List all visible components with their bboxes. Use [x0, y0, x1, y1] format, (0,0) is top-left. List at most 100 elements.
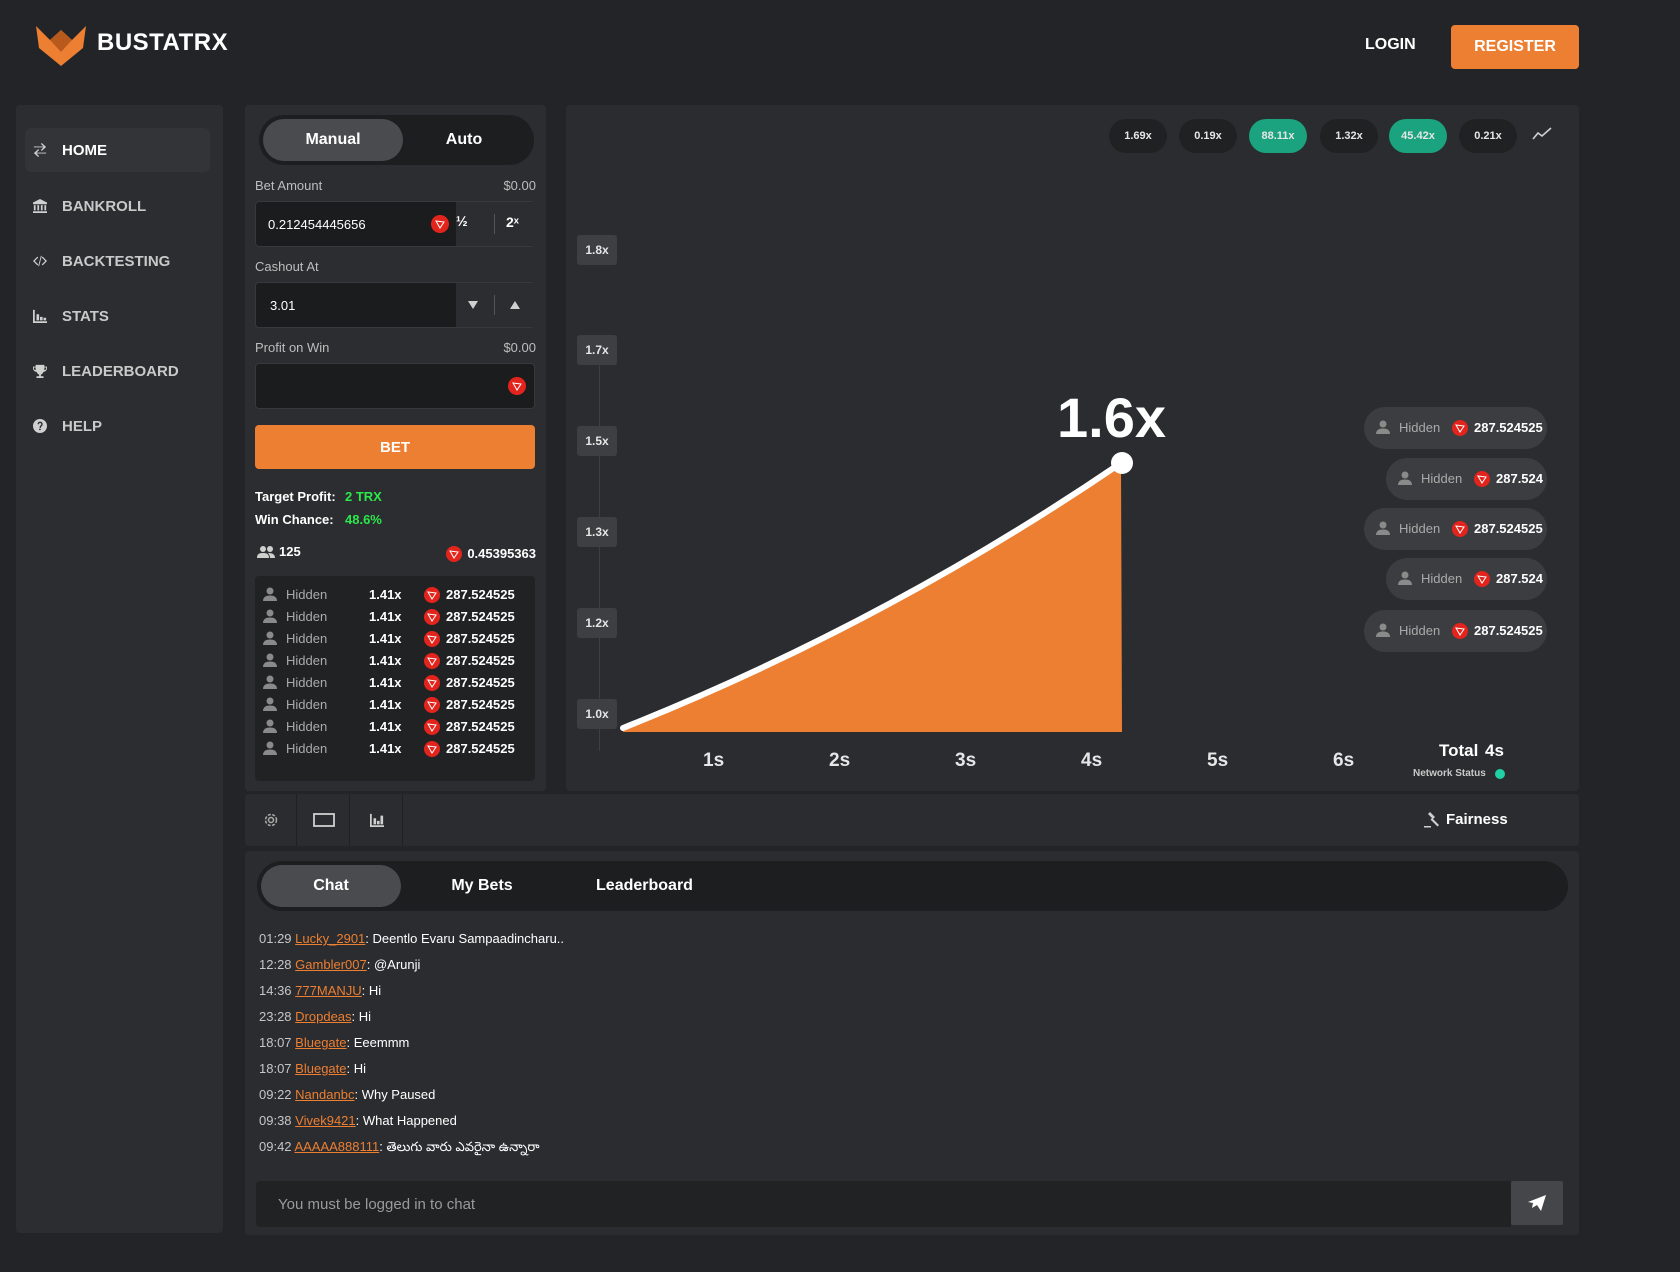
- chat-input[interactable]: You must be logged in to chat: [256, 1181, 1511, 1227]
- chat-username[interactable]: 777MANJU: [295, 983, 361, 998]
- bet-panel: Manual Auto Bet Amount $0.00 0.212454445…: [245, 105, 546, 791]
- bet-mode-tabs: Manual Auto: [259, 115, 534, 165]
- chat-username[interactable]: Dropdeas: [295, 1009, 351, 1024]
- tab-leaderboard[interactable]: Leaderboard: [557, 865, 732, 907]
- bet-amount-label: Bet Amount: [255, 178, 323, 193]
- cashout-input[interactable]: 3.01: [270, 298, 295, 313]
- chat-message: 01:29 Lucky_2901: Deentlo Evaru Sampaadi…: [259, 931, 565, 946]
- user-icon: [1376, 521, 1390, 535]
- cashout-player-name: Hidden: [1421, 571, 1463, 586]
- sidebar-item-stats[interactable]: STATS: [25, 294, 210, 338]
- trx-icon: [424, 697, 440, 713]
- chat-text: Hi: [353, 1061, 367, 1076]
- brand-name: BUSTATRX: [97, 29, 229, 56]
- chat-username[interactable]: Bluegate: [295, 1061, 346, 1076]
- user-icon: [1376, 420, 1390, 434]
- bet-button[interactable]: BET: [255, 425, 535, 469]
- chat-text: Hi: [358, 1009, 372, 1024]
- player-bet-row: Hidden 1.41x 287.524525: [255, 628, 535, 651]
- half-button[interactable]: ½: [456, 213, 468, 229]
- chat-username[interactable]: Gambler007: [295, 957, 367, 972]
- chat-time: 09:38: [259, 1113, 292, 1128]
- sidebar-item-backtesting[interactable]: BACKTESTING: [25, 239, 210, 283]
- layout-button[interactable]: [298, 794, 350, 846]
- chat-username[interactable]: Nandanbc: [295, 1087, 354, 1102]
- sidebar-item-leaderboard[interactable]: LEADERBOARD: [25, 349, 210, 393]
- win-chance-label: Win Chance:: [255, 512, 334, 527]
- send-button[interactable]: [1511, 1181, 1563, 1225]
- user-icon: [263, 741, 277, 755]
- trx-icon: [424, 675, 440, 691]
- player-amount: 287.524525: [446, 697, 515, 712]
- curve-fill: [623, 463, 1122, 732]
- player-multiplier: 1.41x: [369, 609, 402, 624]
- chat-time: 01:29: [259, 931, 292, 946]
- sidebar-item-home[interactable]: HOME: [25, 128, 210, 172]
- bar-chart-icon: [33, 309, 47, 323]
- target-profit-value: 2 TRX: [345, 489, 382, 504]
- trx-icon: [424, 719, 440, 735]
- player-amount: 287.524525: [446, 653, 515, 668]
- player-bet-row: Hidden 1.41x 287.524525: [255, 672, 535, 695]
- chat-username[interactable]: Vivek9421: [295, 1113, 355, 1128]
- total-bet: 0.45395363: [467, 546, 536, 561]
- trx-icon: [1474, 471, 1490, 487]
- chat-message: 23:28 Dropdeas: Hi: [259, 1009, 372, 1024]
- sidebar-item-help[interactable]: HELP: [25, 404, 210, 448]
- user-icon: [1398, 571, 1412, 585]
- register-button[interactable]: REGISTER: [1451, 25, 1579, 69]
- player-name: Hidden: [286, 719, 328, 734]
- player-multiplier: 1.41x: [369, 587, 402, 602]
- trx-icon: [424, 741, 440, 757]
- chat-time: 14:36: [259, 983, 292, 998]
- bet-amount-input[interactable]: 0.212454445656: [268, 217, 366, 232]
- tab-my-bets[interactable]: My Bets: [412, 865, 552, 907]
- settings-button[interactable]: [245, 794, 297, 846]
- network-status-dot: [1495, 769, 1505, 779]
- player-amount: 287.524525: [446, 587, 515, 602]
- win-chance-value: 48.6%: [345, 512, 382, 527]
- trx-icon: [431, 215, 449, 233]
- chat-message: 12:28 Gambler007: @Arunji: [259, 957, 421, 972]
- login-button[interactable]: LOGIN: [1365, 36, 1416, 54]
- double-button[interactable]: 2ˣ: [506, 214, 519, 230]
- chat-text: @Arunji: [373, 957, 421, 972]
- cashout-pill: Hidden 287.524525: [1364, 610, 1547, 652]
- player-bet-row: Hidden 1.41x 287.524525: [255, 584, 535, 607]
- chat-text: What Happened: [362, 1113, 457, 1128]
- chat-username[interactable]: Lucky_2901: [295, 931, 365, 946]
- profit-on-win-input[interactable]: [255, 363, 535, 409]
- trx-icon: [424, 631, 440, 647]
- tab-manual[interactable]: Manual: [263, 119, 403, 161]
- fairness-button[interactable]: Fairness: [1446, 811, 1508, 828]
- trx-icon: [1452, 623, 1468, 639]
- player-name: Hidden: [286, 609, 328, 624]
- total-label: Total: [1439, 741, 1479, 760]
- curve-head-dot: [1111, 452, 1133, 474]
- cashout-pill: Hidden 287.524: [1386, 458, 1547, 500]
- chat-message: 09:42 AAAAA888111: తెలుగు వారు ఎవరైనా ఉన…: [259, 1139, 540, 1154]
- increment-icon[interactable]: [510, 301, 520, 309]
- current-multiplier: 1.6x: [1057, 386, 1166, 449]
- tab-chat[interactable]: Chat: [261, 865, 401, 907]
- tab-auto[interactable]: Auto: [394, 119, 534, 161]
- player-multiplier: 1.41x: [369, 697, 402, 712]
- user-icon: [263, 697, 277, 711]
- stats-button[interactable]: [351, 794, 403, 846]
- decrement-icon[interactable]: [468, 301, 478, 309]
- cashout-amount: 287.524: [1496, 571, 1543, 586]
- chat-username[interactable]: Bluegate: [295, 1035, 346, 1050]
- bar-chart-icon: [369, 813, 384, 827]
- player-amount: 287.524525: [446, 631, 515, 646]
- target-profit-label: Target Profit:: [255, 489, 336, 504]
- trx-icon: [424, 587, 440, 603]
- send-icon: [1528, 1195, 1546, 1211]
- chat-text: Eeemmm: [353, 1035, 410, 1050]
- chat-username[interactable]: AAAAA888111: [294, 1139, 379, 1154]
- sidebar-item-bankroll[interactable]: BANKROLL: [25, 184, 210, 228]
- player-name: Hidden: [286, 631, 328, 646]
- sidebar-item-label: BACKTESTING: [62, 252, 171, 270]
- user-icon: [1398, 471, 1412, 485]
- trx-icon: [1474, 571, 1490, 587]
- user-icon: [263, 587, 277, 601]
